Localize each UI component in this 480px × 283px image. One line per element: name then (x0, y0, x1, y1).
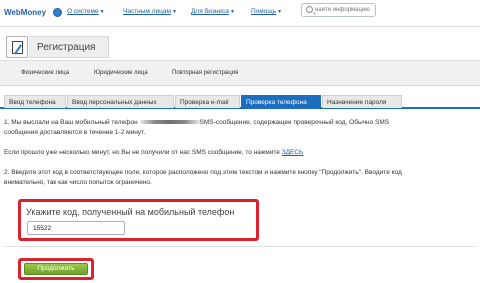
chevron-down-icon: ▼ (229, 9, 235, 15)
instruction-1-start: 1. Мы выслали на Ваш мобильный телефон (4, 119, 138, 126)
nav-about-label: О системе (67, 8, 99, 15)
webmoney-logo[interactable]: WebMoney (4, 8, 46, 17)
step-phone-entry[interactable]: Ввод телефона (4, 95, 66, 108)
page-title-box: Регистрация (29, 36, 109, 58)
instruction-1-line2: сообщения доставляются в течение 1-2 мин… (4, 129, 146, 136)
step-password[interactable]: Назначение пароля (322, 95, 402, 108)
sms-code-input[interactable] (27, 221, 125, 235)
instruction-1-end: SMS-сообщение, содержащее проверочный ко… (199, 119, 390, 126)
chevron-down-icon: ▼ (99, 9, 105, 15)
nav-about[interactable]: О системе▼ (67, 8, 105, 15)
instruction-2-line2: внимательно, так как число попыток огран… (4, 179, 152, 186)
globe-icon (53, 8, 62, 17)
instruction-resend: Если прошло уже несколько минут, но Вы н… (4, 148, 303, 158)
instruction-resend-text: Если прошло уже несколько минут, но Вы н… (4, 149, 280, 156)
search-icon[interactable] (306, 6, 313, 13)
registration-type-tabs: Физические лица Юридические лица Повторн… (0, 60, 480, 86)
nav-business[interactable]: Для бизнеса▼ (191, 8, 235, 15)
nav-business-label: Для бизнеса (191, 8, 229, 15)
instruction-1: 1. Мы выслали на Ваш мобильный телефон S… (4, 118, 389, 128)
resend-sms-link[interactable]: ЗДЕСЬ (282, 149, 304, 156)
nav-individuals[interactable]: Частным лицам▼ (123, 8, 177, 15)
continue-button[interactable]: Продолжить (24, 263, 88, 275)
tab-individuals[interactable]: Физические лица (21, 70, 69, 76)
nav-help-label: Помощь (251, 8, 277, 15)
divider (4, 246, 476, 247)
search-box[interactable] (301, 3, 376, 17)
registration-steps: Ввод телефона Ввод персональных данных П… (0, 95, 480, 109)
continue-button-highlight: Продолжить (18, 258, 94, 280)
registration-icon (6, 36, 28, 58)
page-title: Регистрация (37, 42, 96, 53)
chevron-down-icon: ▼ (277, 9, 283, 15)
step-phone-check[interactable]: Проверка телефона (241, 95, 321, 108)
nav-individuals-label: Частным лицам (123, 8, 171, 15)
tab-legal-entities[interactable]: Юридические лица (94, 70, 148, 76)
nav-help[interactable]: Помощь▼ (251, 8, 282, 15)
search-input[interactable] (315, 5, 373, 15)
top-navigation: WebMoney О системе▼ Частным лицам▼ Для б… (0, 0, 480, 27)
step-email-check[interactable]: Проверка e-mail (175, 95, 240, 108)
code-entry-panel: Укажите код, полученный на мобильный тел… (18, 199, 259, 241)
redacted-phone (139, 120, 200, 125)
tab-re-registration[interactable]: Повторная регистрация (172, 70, 238, 76)
instruction-2-line1: 2. Введите этот код в соответствующее по… (4, 169, 402, 176)
chevron-down-icon: ▼ (171, 9, 177, 15)
step-personal-data[interactable]: Ввод персональных данных (67, 95, 174, 108)
code-label: Укажите код, полученный на мобильный тел… (26, 207, 235, 217)
